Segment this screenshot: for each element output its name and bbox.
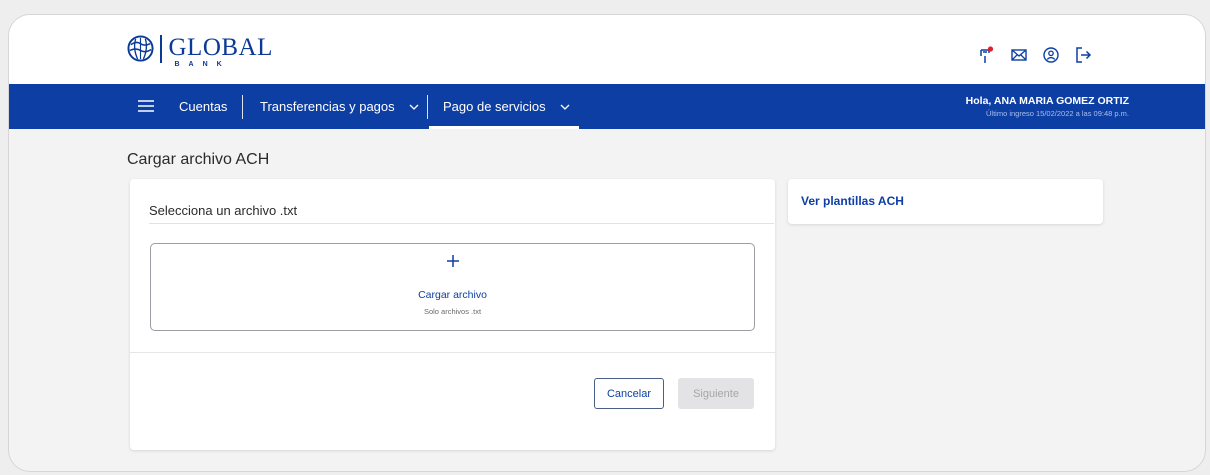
upload-file-link[interactable]: Cargar archivo: [151, 289, 754, 301]
file-dropzone[interactable]: Cargar archivo Solo archivos .txt: [150, 243, 755, 331]
greeting-text: Hola, ANA MARIA GOMEZ ORTIZ: [965, 95, 1129, 107]
brand-name: GLOBAL: [168, 34, 273, 61]
logo-divider: [160, 35, 162, 63]
next-button[interactable]: Siguiente: [678, 378, 754, 409]
nav-item-transferencias[interactable]: Transferencias y pagos: [260, 84, 419, 129]
user-circle-icon[interactable]: [1041, 45, 1061, 65]
chevron-down-icon: [409, 104, 419, 110]
footer-divider: [130, 352, 775, 353]
nav-divider: [427, 95, 428, 119]
mail-icon[interactable]: [1009, 45, 1029, 65]
cancel-button[interactable]: Cancelar: [594, 378, 664, 409]
header-actions: [977, 45, 1093, 65]
nav-item-label: Cuentas: [179, 99, 228, 114]
active-tab-indicator: [429, 126, 579, 129]
nav-item-cuentas[interactable]: Cuentas: [179, 84, 227, 129]
page-title: Cargar archivo ACH: [127, 151, 270, 168]
user-greeting: Hola, ANA MARIA GOMEZ ORTIZ Último ingre…: [966, 95, 1129, 118]
nav-item-label: Pago de servicios: [443, 99, 546, 114]
globe-logo-icon: [127, 35, 154, 62]
top-header: GLOBAL BANK: [9, 15, 1205, 84]
logout-icon[interactable]: [1073, 45, 1093, 65]
card-divider: [149, 223, 774, 224]
file-type-hint: Solo archivos .txt: [423, 307, 482, 316]
plus-icon: [446, 255, 459, 267]
templates-card: Ver plantillas ACH: [788, 179, 1103, 224]
hamburger-menu-icon[interactable]: [137, 97, 155, 115]
logo-wordmark: GLOBAL BANK: [169, 35, 273, 68]
add-file-icon-wrap: [151, 254, 754, 273]
nav-divider: [242, 95, 243, 119]
nav-item-label: Transferencias y pagos: [260, 99, 395, 114]
chevron-down-icon: [560, 104, 570, 110]
view-ach-templates-link[interactable]: Ver plantillas ACH: [801, 194, 904, 208]
nav-item-pago-servicios[interactable]: Pago de servicios: [443, 84, 570, 129]
file-select-label: Selecciona un archivo .txt: [149, 203, 298, 218]
last-login-text: Último ingreso 15/02/2022 a las 09:48 p.…: [985, 109, 1129, 118]
app-frame: GLOBAL BANK Cuentas Transferencias y pag…: [8, 14, 1206, 472]
upload-card: Selecciona un archivo .txt Cargar archiv…: [130, 179, 775, 450]
main-navbar: Cuentas Transferencias y pagos Pago de s…: [9, 84, 1205, 129]
brand-logo[interactable]: GLOBAL BANK: [127, 35, 273, 68]
brand-sub: BANK: [174, 61, 231, 68]
flag-icon[interactable]: [977, 45, 997, 65]
